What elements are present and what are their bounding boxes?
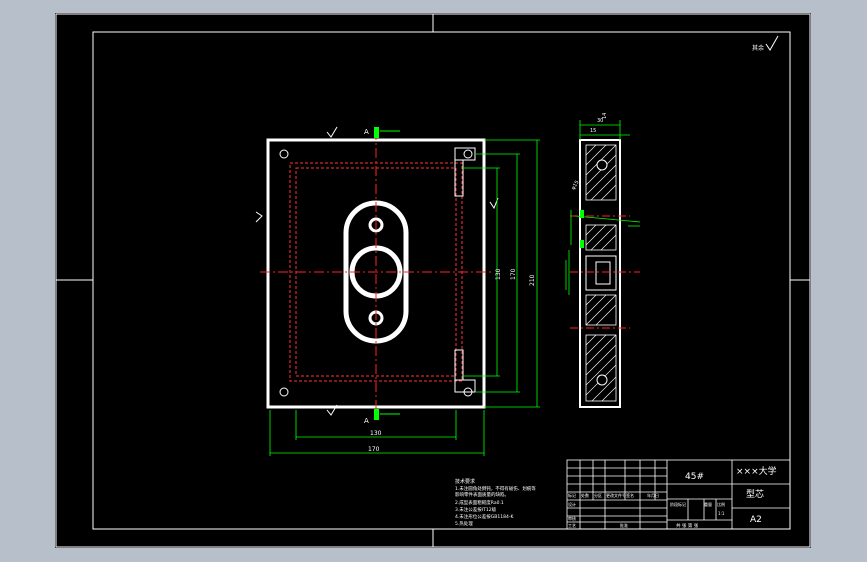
hatching	[585, 144, 617, 402]
notes-line-5: 4.未注形位公差按GB1184-K	[455, 513, 514, 520]
cad-canvas: 其余 A A 130 170 130 170 210 30 15 14 φ15 …	[0, 0, 867, 562]
notes-line-1: 1.未注圆角处倒钝，不得有碰伤、划痕等	[455, 485, 536, 492]
header-col-2: 分区	[594, 492, 602, 498]
university-label: ×××大学	[736, 465, 777, 477]
row-label-design: 设计	[568, 501, 576, 507]
outer-border	[55, 13, 811, 548]
section-label-top: A	[364, 128, 369, 136]
technical-notes: 技术要求 1.未注圆角处倒钝，不得有碰伤、划痕等 影响零件表面质量的缺陷。 2.…	[455, 478, 536, 527]
roughness-note: 其余	[752, 44, 764, 52]
scale-value: 1:1	[718, 511, 725, 516]
header-col-5: 年月日	[647, 492, 659, 498]
stage-label: 阶段标记	[670, 501, 686, 507]
notes-heading: 技术要求	[455, 478, 475, 485]
header-col-1: 处数	[581, 492, 589, 498]
inner-border	[92, 31, 791, 530]
header-col-4: 签名	[626, 492, 634, 498]
material-label: 45#	[685, 472, 704, 482]
dim-side-top-small: 14	[602, 113, 608, 119]
dim-side-top2: 15	[590, 128, 596, 134]
header-col-0: 标记	[568, 492, 576, 498]
front-view: A A	[255, 126, 499, 425]
sheet-size-label: A2	[750, 515, 762, 525]
dim-height-mid: 170	[510, 268, 517, 280]
part-name-label: 型芯	[746, 488, 764, 500]
header-col-3: 更改文件号	[606, 492, 626, 498]
title-block-text: 45# ×××大学 型芯 A2 标记 处数 分区 更改文件号 签名 年月日 设计…	[568, 465, 777, 529]
notes-line-3: 2.成型表面粗糙度Ra0.1	[455, 499, 504, 506]
notes-line-6: 5.热处理	[455, 520, 473, 527]
front-vertical-dims: 130 170 210	[462, 139, 540, 408]
dim-height-inner: 130	[495, 268, 502, 280]
weight-label: 重量	[704, 501, 712, 507]
notes-line-4: 3.未注公差按IT12级	[455, 506, 497, 513]
dim-height-total: 210	[529, 274, 536, 286]
sheet-count: 共 张 第 张	[676, 522, 699, 529]
row-label-review: 审核	[568, 515, 576, 521]
dim-width-inner: 130	[370, 430, 382, 437]
approve-label: 批准	[620, 522, 628, 528]
notes-line-2: 影响零件表面质量的缺陷。	[455, 491, 509, 498]
side-view: 30 15 14 φ15	[565, 113, 641, 408]
roughness-symbol: 其余	[752, 35, 779, 52]
dim-width-total: 170	[368, 446, 380, 453]
scale-label: 比例	[717, 501, 725, 507]
section-label-bottom: A	[364, 417, 369, 425]
row-label-process: 工艺	[568, 523, 576, 528]
drawing-svg: 其余 A A 130 170 130 170 210 30 15 14 φ15 …	[55, 13, 811, 548]
